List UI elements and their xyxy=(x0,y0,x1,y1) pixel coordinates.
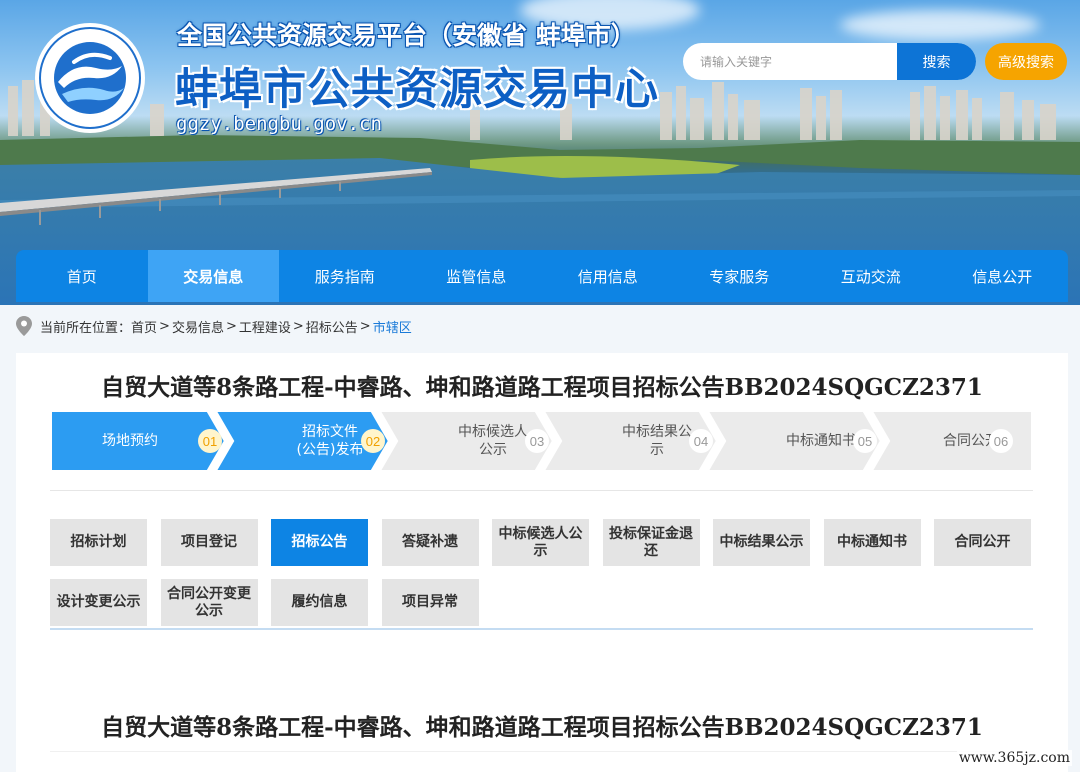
tab-contract-disclosure[interactable]: 合同公开 xyxy=(934,519,1031,566)
step-1-label: 场地预约 xyxy=(102,433,158,449)
process-steps: 场地预约 01 招标文件 (公告)发布 02 中标候选人 公示 03 中标结果公示 … xyxy=(50,410,1033,472)
tab-registration[interactable]: 项目登记 xyxy=(160,519,258,566)
divider xyxy=(50,490,1033,491)
search-input[interactable] xyxy=(683,43,897,80)
cloud xyxy=(840,10,1040,40)
watermark: www.365jz.com xyxy=(956,750,1072,766)
breadcrumb-label: 当前所在位置： xyxy=(40,320,132,336)
tab-contract-change[interactable]: 合同公开变更公示 xyxy=(160,579,258,626)
breadcrumb-link-tender-notice[interactable]: 招标公告 xyxy=(306,317,358,336)
breadcrumb-link-trade-info[interactable]: 交易信息 xyxy=(172,317,224,336)
location-pin-icon xyxy=(16,316,32,336)
tab-plan[interactable]: 招标计划 xyxy=(50,519,147,566)
breadcrumb: 当前所在位置： 首页 > 交易信息 > 工程建设 > 招标公告 > 市辖区 xyxy=(16,316,412,336)
breadcrumb-link-engineering[interactable]: 工程建设 xyxy=(239,317,291,336)
tab-project-exception[interactable]: 项目异常 xyxy=(381,579,479,626)
nav-item-expert-service[interactable]: 专家服务 xyxy=(674,250,806,302)
tab-design-change[interactable]: 设计变更公示 xyxy=(50,579,147,626)
site-title: 蚌埠市公共资源交易中心 xyxy=(175,65,659,115)
nav-item-home[interactable]: 首页 xyxy=(16,250,148,302)
divider xyxy=(50,751,1033,752)
step-5-number: 05 xyxy=(853,429,877,453)
main-nav: 首页 交易信息 服务指南 监管信息 信用信息 专家服务 互动交流 信息公开 xyxy=(16,250,1068,302)
nav-item-service-guide[interactable]: 服务指南 xyxy=(279,250,411,302)
nav-item-credit[interactable]: 信用信息 xyxy=(542,250,674,302)
page-title: 自贸大道等8条路工程-中睿路、坤和路道路工程项目招标公告BB2024SQGCZ2… xyxy=(101,374,983,401)
tab-candidate-publicity[interactable]: 中标候选人公示 xyxy=(492,519,589,566)
step-6-number: 06 xyxy=(989,429,1013,453)
tabs-underline xyxy=(50,628,1033,630)
tab-result-publicity[interactable]: 中标结果公示 xyxy=(713,519,810,566)
step-3-number: 03 xyxy=(525,429,549,453)
tab-performance-info[interactable]: 履约信息 xyxy=(271,579,368,626)
nav-item-interaction[interactable]: 互动交流 xyxy=(805,250,937,302)
step-6-label: 合同公开 xyxy=(943,433,999,449)
content-panel: 自贸大道等8条路工程-中睿路、坤和路道路工程项目招标公告BB2024SQGCZ2… xyxy=(16,353,1068,772)
nav-item-disclosure[interactable]: 信息公开 xyxy=(937,250,1069,302)
step-1-number: 01 xyxy=(198,429,222,453)
site-domain: ggzy.bengbu.gov.cn xyxy=(176,113,382,135)
platform-subtitle: 全国公共资源交易平台（安徽省 蚌埠市） xyxy=(177,21,636,50)
breadcrumb-current: 市辖区 xyxy=(372,320,412,336)
article-heading: 自贸大道等8条路工程-中睿路、坤和路道路工程项目招标公告BB2024SQGCZ2… xyxy=(101,714,983,741)
step-2-number: 02 xyxy=(361,429,385,453)
tab-tender-notice[interactable]: 招标公告 xyxy=(271,519,368,566)
breadcrumb-link-home[interactable]: 首页 xyxy=(131,317,157,336)
nav-item-trade-info[interactable]: 交易信息 xyxy=(147,250,279,302)
tab-deposit-refund[interactable]: 投标保证金退还 xyxy=(602,519,700,566)
tab-qa-addendum[interactable]: 答疑补遗 xyxy=(381,519,479,566)
step-4-number: 04 xyxy=(689,429,713,453)
search-box: 搜索 xyxy=(683,43,976,80)
center-logo-icon xyxy=(35,23,145,133)
nav-item-supervision[interactable]: 监管信息 xyxy=(411,250,543,302)
search-button[interactable]: 搜索 xyxy=(897,43,976,80)
tab-award-notice[interactable]: 中标通知书 xyxy=(823,519,921,566)
advanced-search-button[interactable]: 高级搜索 xyxy=(985,43,1067,80)
